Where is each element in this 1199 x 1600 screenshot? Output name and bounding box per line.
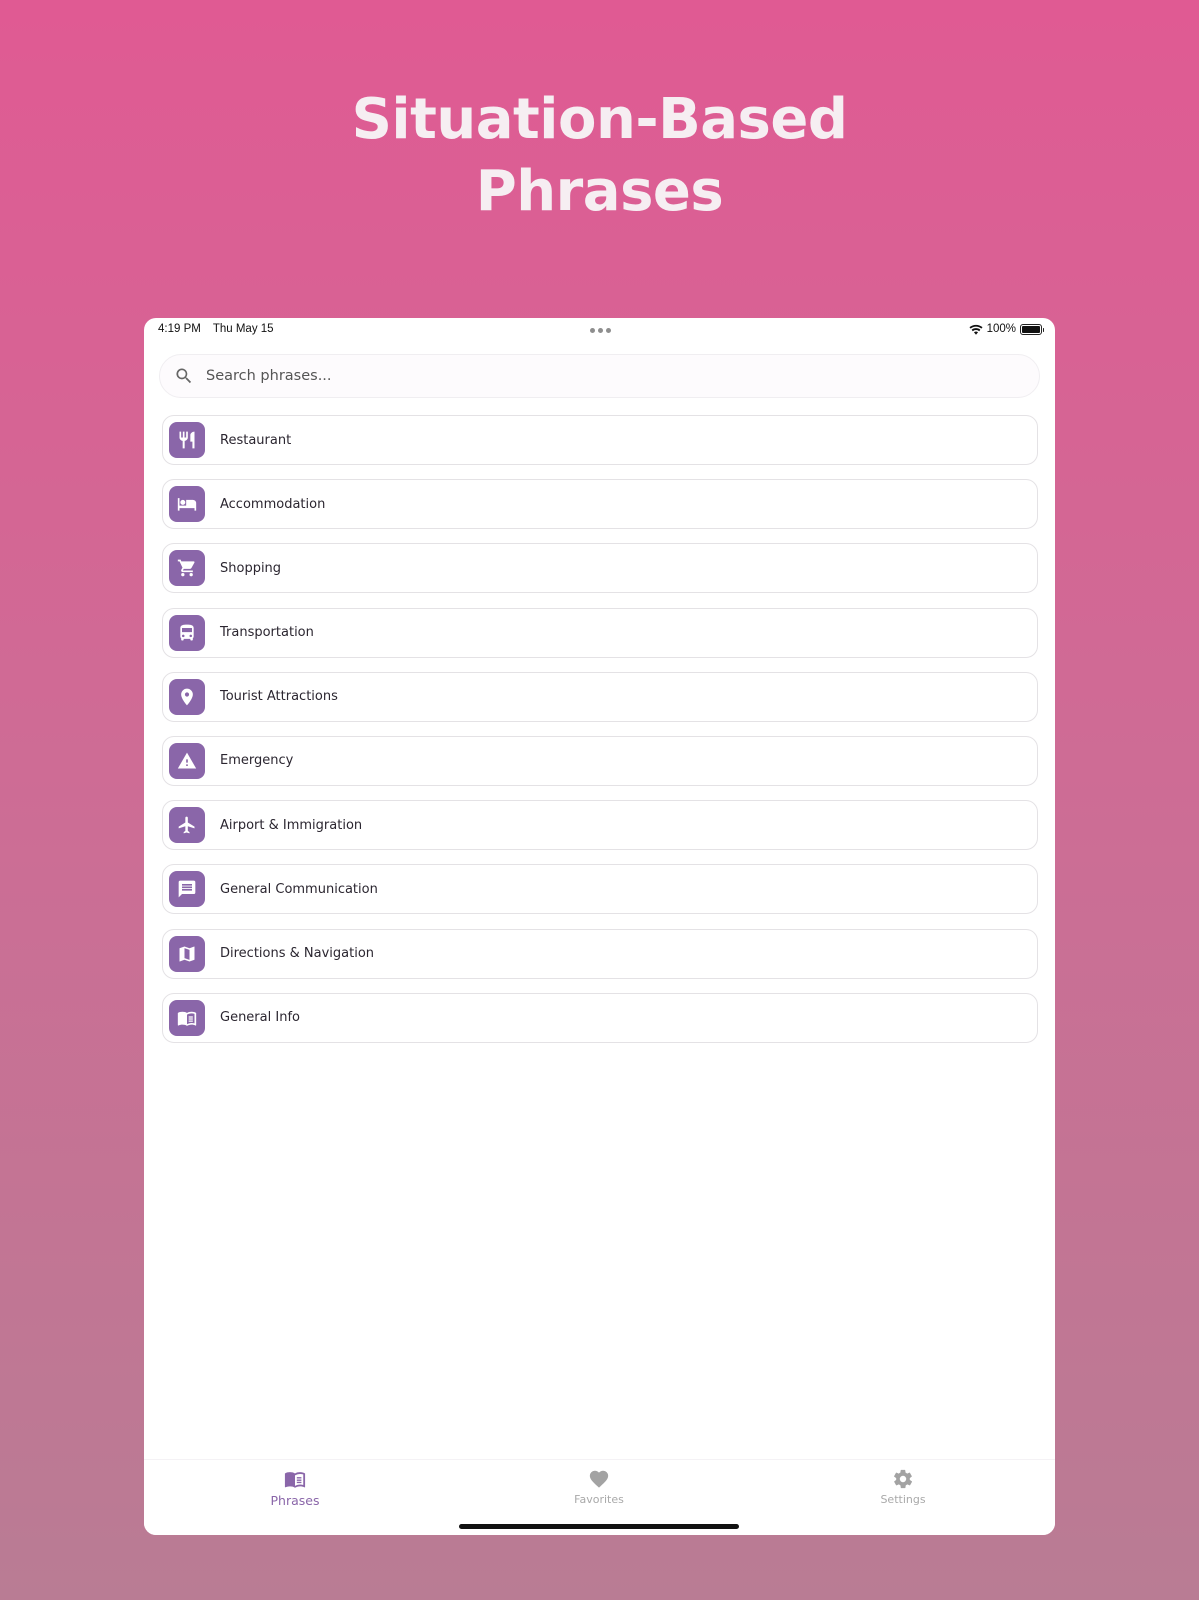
status-date: Thu May 15 xyxy=(212,323,274,335)
tab-settings-label: Settings xyxy=(880,1493,926,1506)
category-label: General Info xyxy=(220,1010,300,1026)
category-label: General Communication xyxy=(220,881,378,897)
category-label: Airport & Immigration xyxy=(220,817,363,833)
map-icon xyxy=(169,935,205,972)
device-screen: 4:19 PM Thu May 15 100% Restaurant Accom… xyxy=(144,318,1055,1535)
book-icon xyxy=(169,999,205,1036)
tab-settings[interactable]: Settings xyxy=(843,1468,963,1506)
category-item-accommodation[interactable]: Accommodation xyxy=(162,479,1038,530)
search-input[interactable] xyxy=(206,368,1006,384)
category-item-restaurant[interactable]: Restaurant xyxy=(162,415,1038,465)
tab-favorites-label: Favorites xyxy=(574,1493,624,1506)
warning-icon xyxy=(169,742,205,779)
category-label: Emergency xyxy=(220,753,294,769)
tab-phrases[interactable]: Phrases xyxy=(235,1468,355,1508)
category-item-general-info[interactable]: General Info xyxy=(162,992,1038,1043)
headline-line-2: Phrases xyxy=(475,159,724,224)
category-item-emergency[interactable]: Emergency xyxy=(162,735,1038,786)
cart-icon xyxy=(169,550,205,587)
category-item-transportation[interactable]: Transportation xyxy=(162,607,1038,658)
tab-favorites[interactable]: Favorites xyxy=(539,1468,659,1506)
category-item-shopping[interactable]: Shopping xyxy=(162,543,1038,594)
wifi-icon xyxy=(969,324,983,335)
bed-icon xyxy=(169,486,205,523)
book-icon xyxy=(284,1472,306,1488)
category-label: Directions & Navigation xyxy=(220,946,375,961)
status-time: 4:19 PM xyxy=(158,323,201,335)
category-label: Shopping xyxy=(220,560,282,576)
category-item-directions-navigation[interactable]: Directions & Navigation xyxy=(162,928,1038,979)
category-list: Restaurant Accommodation Shopping Transp… xyxy=(162,415,1038,1057)
category-item-airport-immigration[interactable]: Airport & Immigration xyxy=(162,800,1038,851)
gear-icon xyxy=(894,1469,913,1489)
airplane-icon xyxy=(169,807,205,844)
home-indicator[interactable] xyxy=(459,1524,739,1529)
restaurant-icon xyxy=(169,422,205,458)
category-label: Transportation xyxy=(220,625,314,641)
heart-icon xyxy=(589,1470,609,1488)
category-label: Restaurant xyxy=(220,432,292,448)
category-item-general-communication[interactable]: General Communication xyxy=(162,864,1038,915)
search-bar[interactable] xyxy=(159,354,1040,398)
category-label: Accommodation xyxy=(220,496,326,512)
bus-icon xyxy=(169,614,205,651)
category-label: Tourist Attractions xyxy=(220,689,338,705)
headline-line-1: Situation-Based xyxy=(351,87,848,152)
chat-icon xyxy=(169,871,205,908)
battery-percent: 100% xyxy=(986,323,1016,335)
page-headline: Situation-Based Phrases xyxy=(0,84,1199,228)
tab-phrases-label: Phrases xyxy=(270,1493,320,1508)
tab-bar: Phrases Favorites Settings xyxy=(144,1459,1055,1535)
search-icon xyxy=(176,368,192,384)
battery-icon xyxy=(1020,323,1044,335)
status-bar: 4:19 PM Thu May 15 100% xyxy=(144,318,1055,340)
category-item-tourist-attractions[interactable]: Tourist Attractions xyxy=(162,671,1038,722)
multitasking-dots-icon[interactable] xyxy=(590,328,611,333)
location-pin-icon xyxy=(169,678,205,715)
